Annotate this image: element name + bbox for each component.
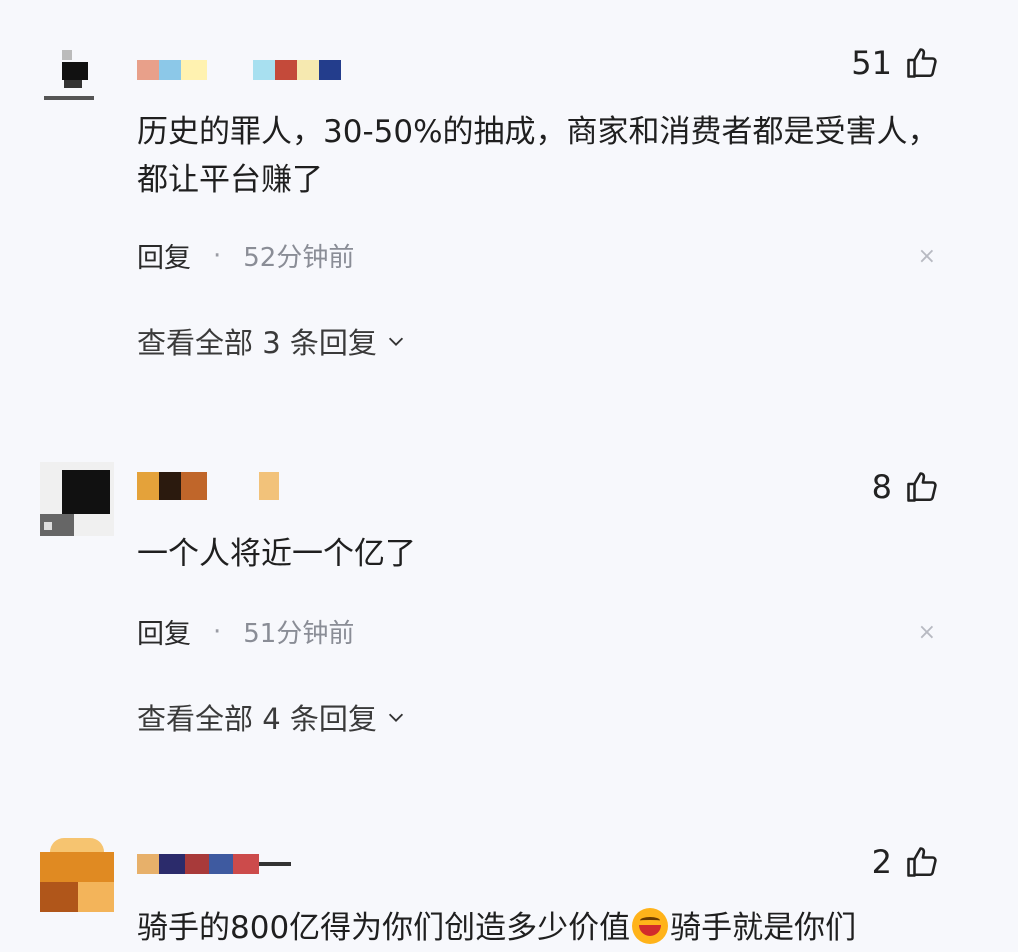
like-button[interactable]: 2	[872, 843, 940, 881]
username-redacted[interactable]	[137, 472, 279, 502]
comment-text-part: 骑手就是你们	[670, 910, 857, 946]
like-count: 8	[871, 468, 892, 506]
thumbs-up-icon	[907, 472, 937, 502]
separator-dot: ·	[213, 240, 222, 271]
comment-text-part: 骑手的800亿得为你们创造多少价值	[137, 910, 631, 946]
avatar[interactable]	[40, 838, 114, 912]
comment-text: 历史的罪人，30-50%的抽成，商家和消费者都是受害人，都让平台赚了	[137, 114, 939, 198]
timestamp: 51分钟前	[243, 619, 355, 649]
view-all-replies-label: 查看全部 3 条回复	[137, 326, 377, 360]
view-all-replies-button[interactable]: 查看全部 4 条回复	[137, 696, 407, 738]
comment-text: 一个人将近一个亿了	[137, 536, 416, 572]
avatar[interactable]	[40, 40, 114, 114]
thumbs-up-icon	[907, 847, 937, 877]
laughing-emoji-icon	[632, 908, 669, 944]
chevron-down-icon	[388, 713, 403, 722]
view-all-replies-button[interactable]: 查看全部 3 条回复	[137, 320, 407, 362]
view-all-replies-label: 查看全部 4 条回复	[137, 702, 377, 736]
like-button[interactable]: 51	[851, 44, 940, 82]
comment-meta: 回复 · 51分钟前	[137, 612, 354, 651]
separator-dot: ·	[213, 616, 222, 647]
like-button[interactable]: 8	[872, 468, 940, 506]
username-redacted[interactable]	[137, 60, 341, 82]
close-icon[interactable]: ×	[918, 620, 936, 645]
close-icon[interactable]: ×	[918, 244, 936, 269]
username-redacted[interactable]	[137, 854, 291, 876]
timestamp: 52分钟前	[243, 243, 355, 273]
avatar[interactable]	[40, 462, 114, 536]
like-count: 51	[851, 44, 892, 82]
like-count: 2	[871, 843, 892, 881]
comment-meta: 回复 · 52分钟前	[137, 236, 354, 275]
chevron-down-icon	[388, 337, 403, 346]
thumbs-up-icon	[907, 48, 937, 78]
reply-button[interactable]: 回复	[137, 236, 191, 275]
reply-button[interactable]: 回复	[137, 612, 191, 651]
